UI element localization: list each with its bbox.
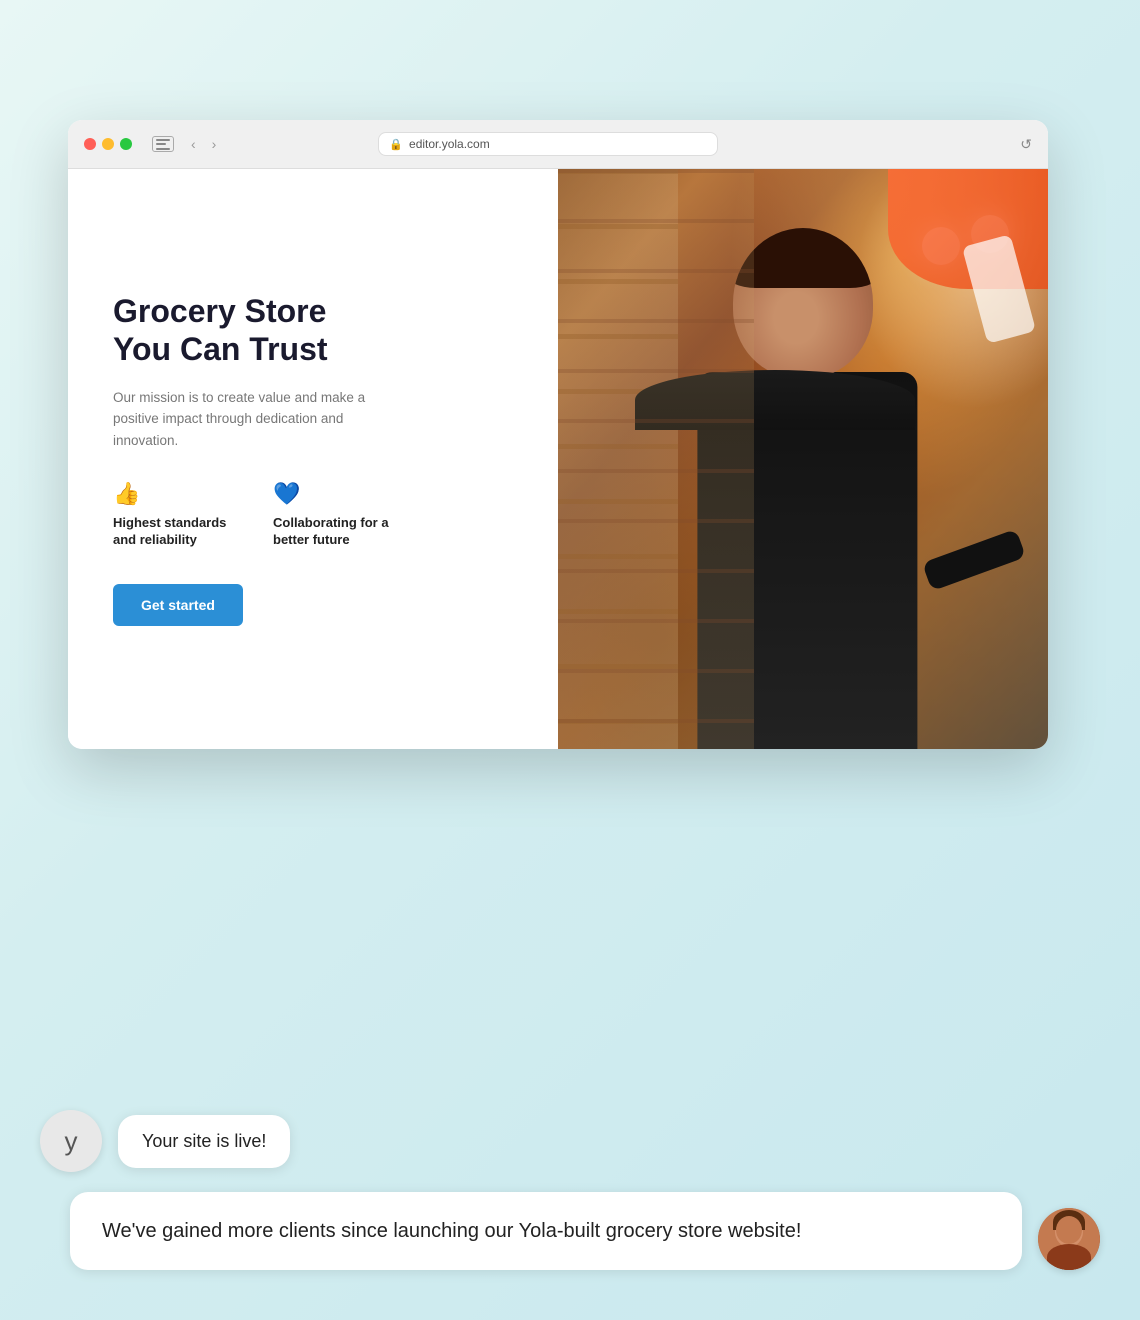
sidebar-icon-line	[156, 143, 166, 145]
browser-toolbar: ‹ › 🔒 editor.yola.com ↺	[68, 120, 1048, 169]
hero-title-line1: Grocery Store	[113, 293, 326, 329]
features-row: 👍 Highest standards and reliability 💙 Co…	[113, 481, 513, 549]
yola-avatar: y	[40, 1110, 102, 1172]
get-started-button[interactable]: Get started	[113, 584, 243, 626]
address-bar[interactable]: 🔒 editor.yola.com	[378, 132, 718, 156]
feature-standards-label: Highest standards and reliability	[113, 515, 233, 549]
shelf-left	[558, 169, 678, 749]
close-button[interactable]	[84, 138, 96, 150]
hero-image-panel	[558, 169, 1048, 749]
hero-title-line2: You Can Trust	[113, 331, 328, 367]
chat-section: y Your site is live! We've gained more c…	[40, 1110, 1100, 1270]
minimize-button[interactable]	[102, 138, 114, 150]
hero-left-panel: Grocery Store You Can Trust Our mission …	[68, 169, 558, 749]
sidebar-icon-line	[156, 148, 170, 150]
lock-icon: 🔒	[389, 138, 403, 151]
browser-nav: ‹ ›	[186, 134, 221, 154]
hero-description: Our mission is to create value and make …	[113, 387, 393, 452]
chat-bubble-2-row: We've gained more clients since launchin…	[70, 1192, 1100, 1270]
reload-button[interactable]: ↺	[1020, 136, 1032, 153]
person-arm	[921, 529, 1025, 591]
forward-button[interactable]: ›	[207, 134, 222, 154]
sidebar-icon	[153, 136, 173, 153]
chat-bubble-2-content: We've gained more clients since launchin…	[70, 1192, 1022, 1270]
feature-collaboration-label: Collaborating for a better future	[273, 515, 393, 549]
feature-collaboration: 💙 Collaborating for a better future	[273, 481, 393, 549]
maximize-button[interactable]	[120, 138, 132, 150]
browser-window: ‹ › 🔒 editor.yola.com ↺ Grocery Store Yo…	[68, 120, 1048, 749]
feature-standards: 👍 Highest standards and reliability	[113, 481, 233, 549]
hero-title: Grocery Store You Can Trust	[113, 292, 513, 369]
traffic-lights	[84, 138, 132, 150]
heart-icon: 💙	[273, 481, 393, 507]
chat-bubble-1-content: Your site is live!	[118, 1115, 290, 1168]
url-text: editor.yola.com	[409, 137, 490, 151]
user-avatar-svg	[1038, 1208, 1100, 1270]
user-avatar	[1038, 1208, 1100, 1270]
person-hair	[733, 228, 873, 288]
thumbs-up-icon: 👍	[113, 481, 233, 507]
back-button[interactable]: ‹	[186, 134, 201, 154]
browser-content: Grocery Store You Can Trust Our mission …	[68, 169, 1048, 749]
yola-avatar-letter: y	[65, 1126, 78, 1157]
sidebar-toggle-button[interactable]	[152, 136, 174, 152]
sidebar-icon-line	[156, 139, 170, 141]
person-shoulders	[635, 370, 915, 430]
grocery-store-image	[558, 169, 1048, 749]
chat-bubble-1-row: y Your site is live!	[40, 1110, 1100, 1172]
person-head	[733, 228, 873, 378]
